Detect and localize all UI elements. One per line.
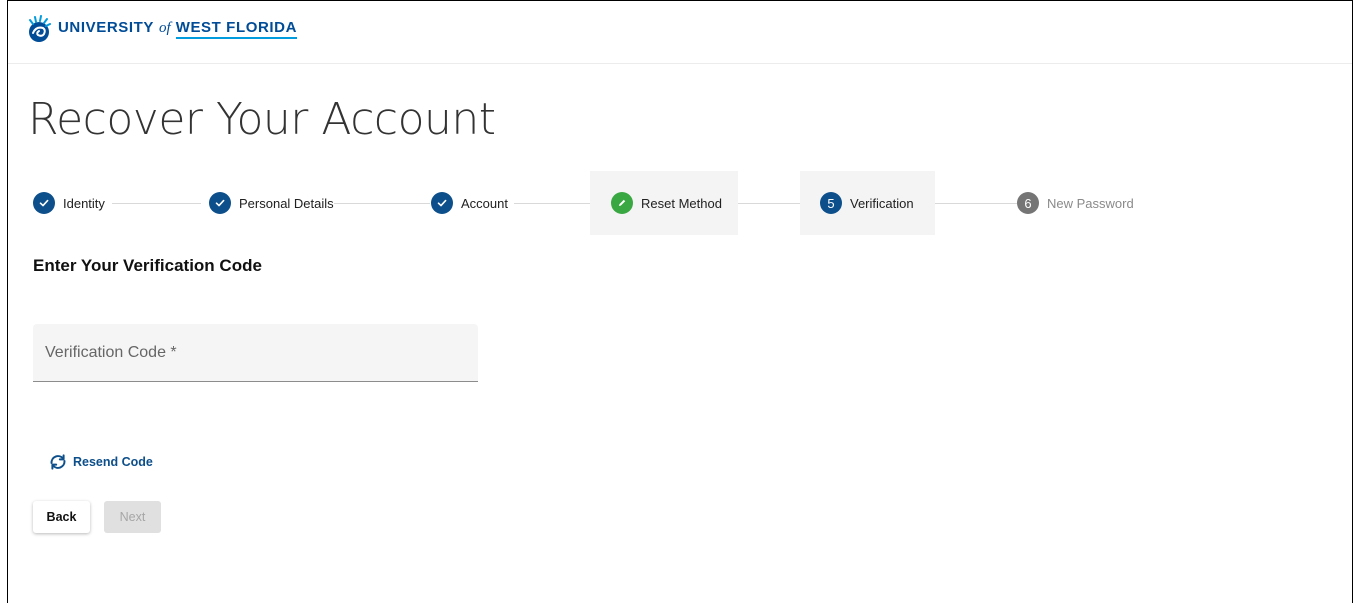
step-reset-method[interactable]: Reset Method xyxy=(590,171,738,235)
step-connector xyxy=(738,203,800,204)
page-title: Recover Your Account xyxy=(28,94,496,145)
uwf-argonaut-icon xyxy=(29,15,51,42)
step-label: New Password xyxy=(1047,195,1134,211)
resend-code-label: Resend Code xyxy=(73,455,153,469)
step-connector xyxy=(514,203,590,204)
next-button[interactable]: Next xyxy=(104,501,161,533)
step-label: Identity xyxy=(63,195,105,211)
resend-code-button[interactable]: Resend Code xyxy=(48,454,153,470)
step-connector xyxy=(935,203,1017,204)
step-number-badge: 6 xyxy=(1017,192,1039,214)
step-number-badge: 5 xyxy=(820,192,842,214)
page-frame: UNIVERSITY of WEST FLORIDA Recover Your … xyxy=(7,0,1353,603)
university-logo[interactable]: UNIVERSITY of WEST FLORIDA xyxy=(26,15,298,43)
verification-code-input[interactable] xyxy=(33,324,478,381)
step-label: Personal Details xyxy=(239,195,334,211)
step-identity: Identity xyxy=(33,171,105,235)
step-new-password: 6 New Password xyxy=(1017,171,1134,235)
header-bar: UNIVERSITY of WEST FLORIDA xyxy=(8,1,1352,64)
step-connector xyxy=(112,203,201,204)
back-button[interactable]: Back xyxy=(33,501,90,533)
logo-wordmark: UNIVERSITY of WEST FLORIDA xyxy=(58,19,298,39)
logo-of: of xyxy=(159,20,171,36)
check-icon xyxy=(209,192,231,214)
step-connector xyxy=(334,203,430,204)
progress-stepper: Identity Personal Details Account Reset … xyxy=(8,171,1208,235)
verification-code-field[interactable] xyxy=(33,324,478,382)
step-label: Account xyxy=(461,195,508,211)
step-account: Account xyxy=(431,171,508,235)
pencil-icon xyxy=(611,192,633,214)
step-label: Verification xyxy=(850,195,914,211)
logo-west-florida: WEST FLORIDA xyxy=(175,19,298,39)
logo-university: UNIVERSITY xyxy=(58,19,155,36)
step-personal-details: Personal Details xyxy=(209,171,334,235)
step-label: Reset Method xyxy=(641,195,722,211)
check-icon xyxy=(431,192,453,214)
step-verification: 5 Verification xyxy=(800,171,935,235)
section-title: Enter Your Verification Code xyxy=(33,256,262,275)
check-icon xyxy=(33,192,55,214)
refresh-icon xyxy=(50,454,66,470)
